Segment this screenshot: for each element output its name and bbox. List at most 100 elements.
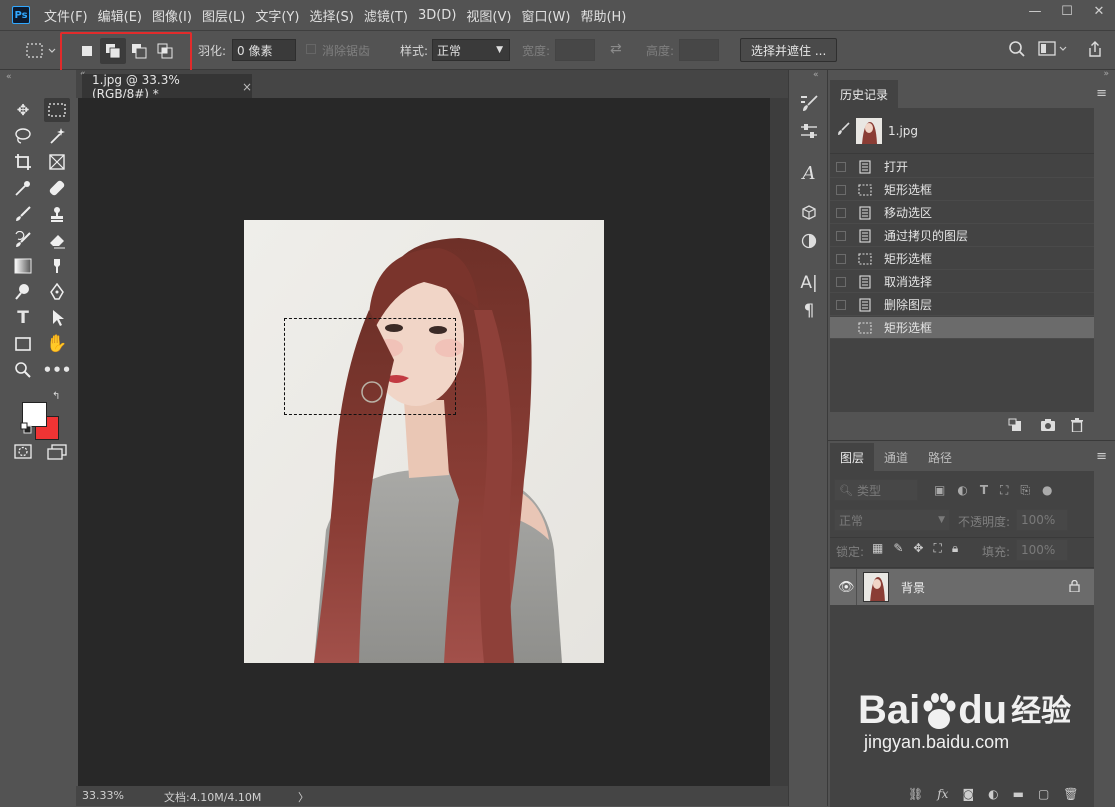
feather-input[interactable]: 0 像素 [232,39,296,61]
screen-mode-icon[interactable] [44,440,70,464]
tab-channels[interactable]: 通道 [874,443,918,471]
move-tool-icon[interactable]: ✥ [10,98,36,122]
swap-dimensions-icon[interactable]: ⇄ [610,41,622,57]
eraser-tool-icon[interactable] [44,228,70,252]
history-brush-source-checkbox[interactable] [836,299,846,310]
character-panel-icon[interactable]: A| [797,272,821,294]
layer-lock-icon[interactable] [1069,579,1080,595]
collapse-toolbar-icon[interactable]: « [6,72,12,82]
history-item[interactable]: 移动选区 [830,202,1094,224]
document-tab[interactable]: 1.jpg @ 33.3%(RGB/8#) * × [82,73,252,101]
clone-stamp-tool-icon[interactable] [44,202,70,226]
default-colors-icon[interactable] [20,422,32,437]
menu-3d[interactable]: 3D(D) [418,8,456,23]
smudge-tool-icon[interactable] [44,254,70,278]
new-layer-icon[interactable]: ▢ [1038,787,1049,801]
lock-transparent-icon[interactable]: ▦ [872,541,883,556]
filter-pixel-icon[interactable]: ▣ [934,483,945,498]
new-group-icon[interactable]: ▬ [1013,787,1024,801]
blend-mode-select[interactable]: 正常 ▼ [834,509,950,531]
path-selection-tool-icon[interactable] [44,306,70,330]
close-window-button[interactable]: ✕ [1083,0,1115,22]
history-brush-source-checkbox[interactable] [836,322,846,333]
minimize-button[interactable]: — [1019,0,1051,22]
collapse-column-icon[interactable]: « [813,70,819,80]
hand-tool-icon[interactable]: ✋ [44,332,70,356]
paragraph-panel-icon[interactable]: ¶ [797,300,821,322]
new-document-from-state-icon[interactable] [1008,418,1024,435]
brush-tool-icon[interactable] [10,202,36,226]
layer-style-icon[interactable]: fx [937,787,948,801]
type-tool-icon[interactable]: T [10,306,36,330]
height-input[interactable] [679,39,719,61]
menu-select[interactable]: 选择(S) [309,6,353,25]
tab-history[interactable]: 历史记录 [830,80,899,108]
dodge-tool-icon[interactable] [10,280,36,304]
maximize-button[interactable]: ☐ [1051,0,1083,22]
filter-type-icon[interactable]: T [980,483,988,498]
width-input[interactable] [555,39,595,61]
history-brush-source-checkbox[interactable] [836,161,846,172]
search-icon[interactable] [1008,40,1026,58]
antialias-checkbox[interactable] [306,44,316,54]
select-and-mask-button[interactable]: 选择并遮住 ... [740,38,838,62]
rectangular-selection-marquee[interactable] [284,318,456,415]
opacity-input[interactable]: 100% [1016,509,1068,531]
menu-type[interactable]: 文字(Y) [255,6,299,25]
tab-paths[interactable]: 路径 [918,443,962,471]
document-image[interactable] [244,220,604,663]
history-item[interactable]: 打开 [830,156,1094,178]
filter-smart-object-icon[interactable]: ⎘ [1020,483,1030,498]
history-item[interactable]: 删除图层 [830,294,1094,316]
add-mask-icon[interactable]: ◙ [962,787,974,801]
menu-window[interactable]: 窗口(W) [521,6,570,25]
history-brush-source-checkbox[interactable] [836,207,846,218]
filter-toggle-icon[interactable]: ● [1042,483,1052,498]
rectangle-tool-icon[interactable] [10,332,36,356]
history-brush-source-checkbox[interactable] [836,184,846,195]
status-menu-arrow[interactable]: 〉 [298,789,309,805]
more-tools-icon[interactable]: ••• [43,358,72,382]
tool-preset-picker[interactable] [24,39,60,63]
eyedropper-tool-icon[interactable] [10,176,36,200]
fill-input[interactable]: 100% [1016,539,1068,561]
history-item[interactable]: 矩形选框 [830,317,1094,339]
menu-filter[interactable]: 滤镜(T) [364,6,408,25]
history-brush-source-checkbox[interactable] [836,276,846,287]
3d-panel-icon[interactable] [797,202,821,224]
new-snapshot-icon[interactable] [1040,418,1056,435]
lock-position-icon[interactable]: ✥ [913,541,923,556]
visibility-eye-icon[interactable]: 👁︎ [838,580,856,595]
history-brush-source-checkbox[interactable] [836,253,846,264]
layer-name[interactable]: 背景 [901,579,925,596]
history-panel-menu-icon[interactable]: ≡ [1096,86,1107,101]
link-layers-icon[interactable]: ⛓ [908,787,923,801]
new-fill-layer-icon[interactable]: ◐ [988,787,998,801]
history-item[interactable]: 矩形选框 [830,248,1094,270]
delete-state-icon[interactable] [1070,418,1084,435]
gradient-tool-icon[interactable] [10,254,36,278]
layer-filter-select[interactable]: 🔍︎ 类型 [834,479,918,501]
menu-edit[interactable]: 编辑(E) [98,6,142,25]
history-item[interactable]: 矩形选框 [830,179,1094,201]
filter-shape-icon[interactable]: ⛶ [1000,483,1008,498]
quick-mask-icon[interactable] [10,440,36,464]
share-icon[interactable] [1086,40,1104,58]
lock-all-icon[interactable]: 🔒︎ [952,541,958,556]
character-styles-icon[interactable]: A [797,162,821,184]
menu-view[interactable]: 视图(V) [466,6,511,25]
adjustments-panel-icon[interactable] [797,120,821,142]
tab-layers[interactable]: 图层 [830,443,875,471]
color-adjust-icon[interactable] [797,230,821,252]
collapse-dock-icon[interactable]: » [1103,69,1109,79]
zoom-tool-icon[interactable] [10,358,36,382]
history-brush-tool-icon[interactable] [10,228,36,252]
zoom-level[interactable]: 33.33% [82,789,124,802]
rectangular-marquee-tool-icon[interactable] [44,98,70,122]
menu-image[interactable]: 图像(I) [152,6,192,25]
history-snapshot[interactable]: 1.jpg [830,108,1094,154]
lock-image-icon[interactable]: ✎ [893,541,903,556]
history-panel-icon[interactable] [797,92,821,114]
swap-colors-icon[interactable]: ↰ [52,391,60,402]
delete-layer-icon[interactable]: 🗑︎ [1063,787,1078,801]
